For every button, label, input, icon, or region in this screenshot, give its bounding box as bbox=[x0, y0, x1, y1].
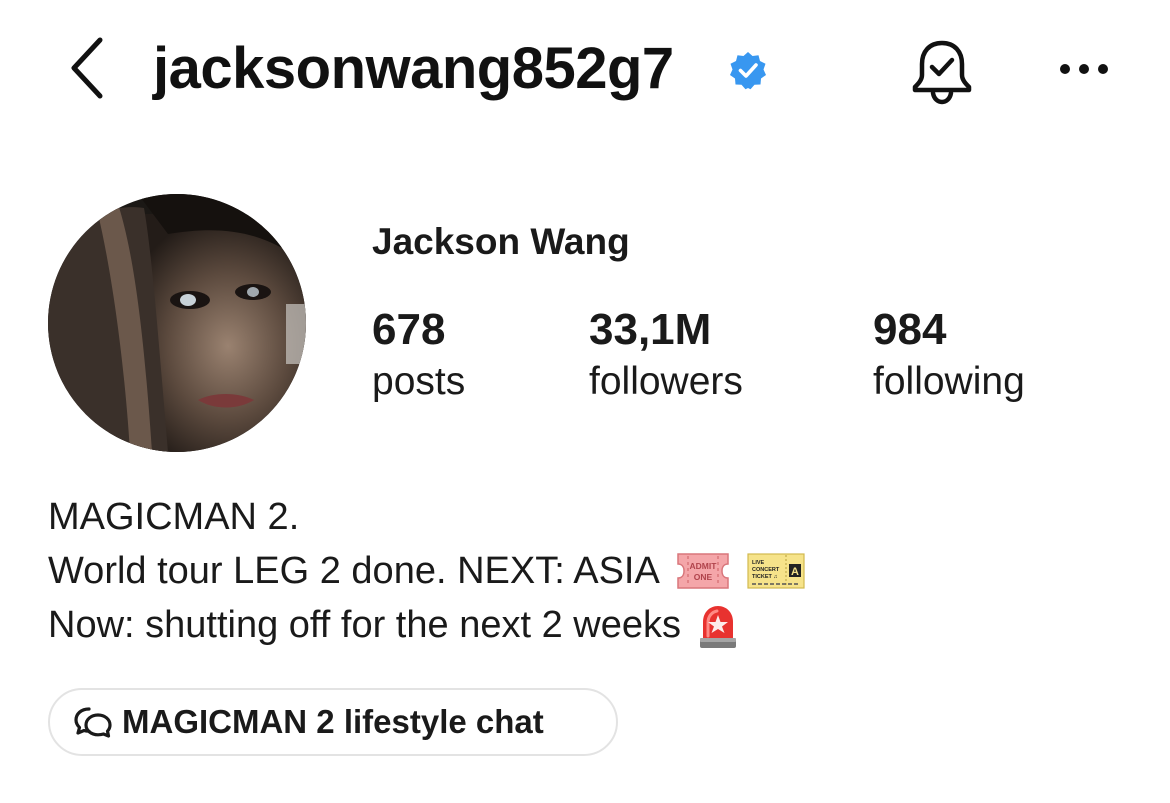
more-options-button[interactable] bbox=[1052, 44, 1116, 94]
bio-line-2: World tour LEG 2 done. NEXT: ASIA ADMIT … bbox=[48, 544, 1128, 598]
svg-text:TICKET ♫: TICKET ♫ bbox=[752, 574, 778, 580]
svg-text:CONCERT: CONCERT bbox=[752, 567, 780, 573]
profile-photo bbox=[48, 194, 306, 452]
following-stat[interactable]: 984 following bbox=[873, 304, 1025, 408]
verified-badge-icon bbox=[730, 52, 766, 90]
followers-label: followers bbox=[589, 360, 743, 403]
profile-avatar[interactable] bbox=[48, 194, 306, 452]
svg-text:ADMIT: ADMIT bbox=[689, 561, 717, 571]
profile-display-name: Jackson Wang bbox=[372, 221, 630, 262]
following-count: 984 bbox=[873, 305, 947, 354]
posts-stat[interactable]: 678 posts bbox=[372, 304, 465, 408]
notifications-button[interactable] bbox=[904, 34, 980, 110]
back-button[interactable] bbox=[58, 30, 114, 106]
svg-text:A: A bbox=[791, 566, 799, 578]
posts-count: 678 bbox=[372, 305, 446, 354]
admit-one-ticket-icon: ADMIT ONE bbox=[677, 553, 729, 589]
followers-count: 33,1M bbox=[589, 305, 712, 354]
svg-text:ONE: ONE bbox=[694, 572, 713, 582]
chevron-left-icon bbox=[71, 37, 103, 99]
chat-bubbles-icon bbox=[72, 704, 114, 740]
police-light-icon bbox=[699, 606, 736, 648]
profile-top-bar: jacksonwang852g7 bbox=[0, 0, 1170, 140]
bio-line-2-text: World tour LEG 2 done. NEXT: ASIA bbox=[48, 550, 660, 592]
following-label: following bbox=[873, 360, 1025, 403]
bell-check-icon bbox=[912, 40, 972, 105]
posts-label: posts bbox=[372, 360, 466, 403]
broadcast-chat-label: MAGICMAN 2 lifestyle chat bbox=[122, 703, 544, 740]
bio-line-3-text: Now: shutting off for the next 2 weeks bbox=[48, 604, 681, 646]
profile-bio: MAGICMAN 2. World tour LEG 2 done. NEXT:… bbox=[48, 490, 1128, 652]
bio-line-1: MAGICMAN 2. bbox=[48, 490, 1128, 544]
profile-username: jacksonwang852g7 bbox=[153, 36, 674, 101]
more-horizontal-icon bbox=[1060, 64, 1108, 74]
concert-ticket-icon: LIVE CONCERT TICKET ♫ A bbox=[747, 553, 805, 589]
bio-line-1-text: MAGICMAN 2. bbox=[48, 496, 300, 538]
svg-text:LIVE: LIVE bbox=[752, 560, 765, 566]
broadcast-chat-button[interactable]: MAGICMAN 2 lifestyle chat bbox=[48, 688, 618, 756]
bio-line-3: Now: shutting off for the next 2 weeks bbox=[48, 598, 1128, 652]
followers-stat[interactable]: 33,1M followers bbox=[589, 304, 743, 408]
